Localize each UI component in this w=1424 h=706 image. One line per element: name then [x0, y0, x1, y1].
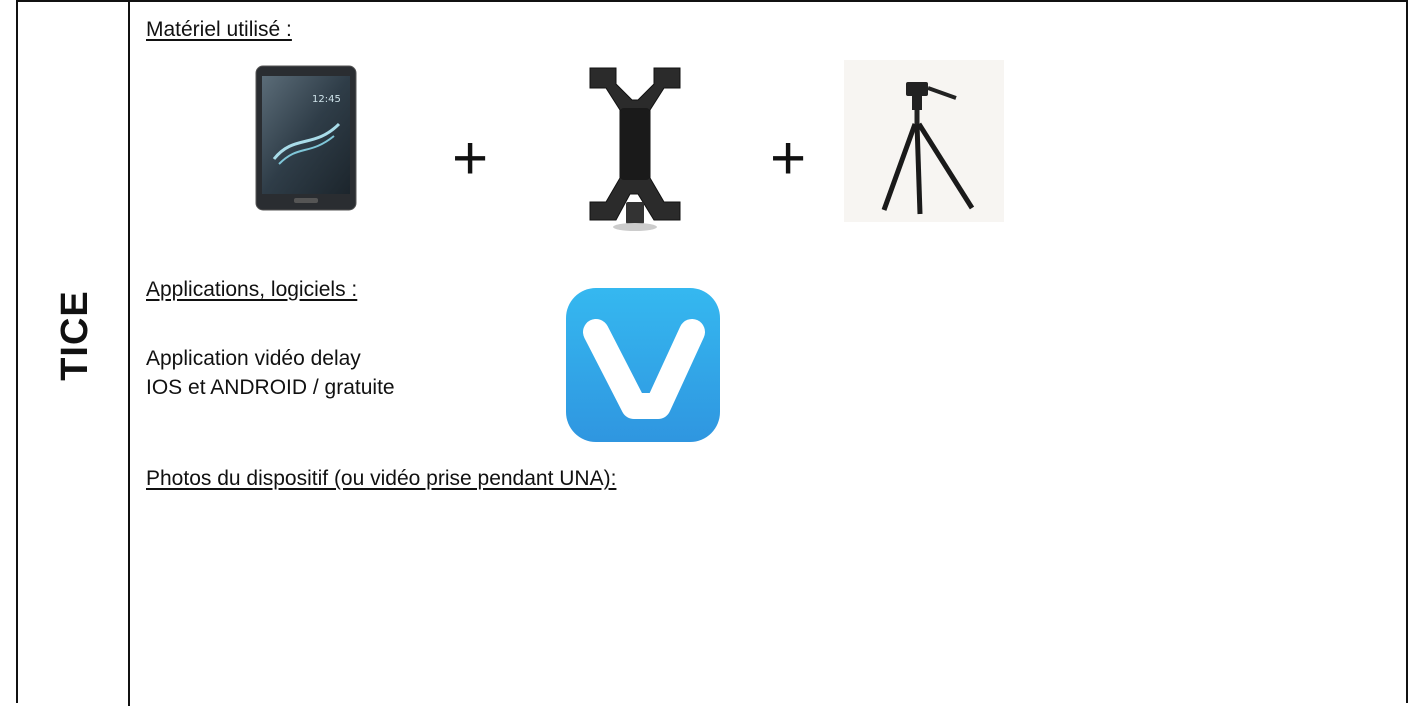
- side-label: TICE: [30, 250, 120, 420]
- app-description-line2: IOS et ANDROID / gratuite: [146, 376, 395, 399]
- tablet-icon: 12:45: [255, 65, 357, 211]
- side-label-text: TICE: [53, 289, 96, 381]
- video-delay-app-icon: [566, 288, 720, 442]
- materiel-heading: Matériel utilisé :: [146, 18, 292, 41]
- plus-separator-2: +: [770, 124, 807, 193]
- photos-heading: Photos du dispositif (ou vidéo prise pen…: [146, 467, 617, 490]
- svg-text:12:45: 12:45: [312, 94, 341, 105]
- plus-separator-1: +: [452, 124, 489, 193]
- tablet-holder-icon: [589, 67, 681, 231]
- tripod-icon: [844, 60, 1004, 222]
- column-divider: [128, 0, 130, 706]
- app-description-line1: Application vidéo delay: [146, 347, 361, 370]
- applications-heading: Applications, logiciels :: [146, 278, 358, 301]
